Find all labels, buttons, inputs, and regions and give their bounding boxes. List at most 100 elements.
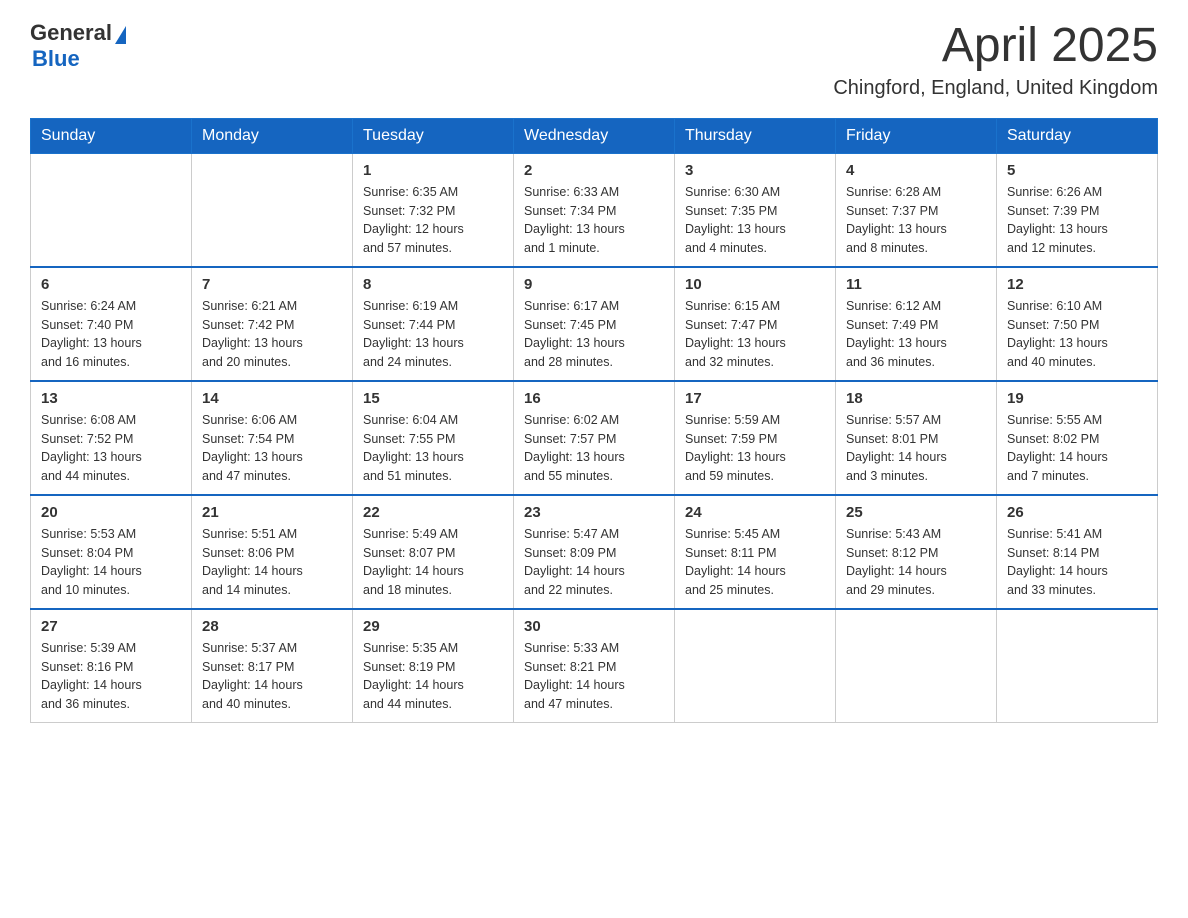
logo-blue-text: Blue [32,46,80,72]
day-cell: 27Sunrise: 5:39 AM Sunset: 8:16 PM Dayli… [31,609,192,723]
week-row-4: 20Sunrise: 5:53 AM Sunset: 8:04 PM Dayli… [31,495,1158,609]
day-number: 4 [846,162,986,179]
day-cell: 18 Sunrise: 5:57 AM Sunset: 8:01 PM Dayli… [836,381,997,495]
column-header-thursday: Thursday [675,118,836,153]
calendar-body: 1 Sunrise: 6:35 AM Sunset: 7:32 PM Daylig… [31,153,1158,722]
header-row: SundayMondayTuesdayWednesdayThursdayFrid… [31,118,1158,153]
day-number: 7 [202,276,342,293]
day-cell: 20Sunrise: 5:53 AM Sunset: 8:04 PM Dayli… [31,495,192,609]
day-info: Sunrise: 5:47 AM Sunset: 8:09 PM Dayligh… [524,525,664,600]
day-info: Sunrise: 5:33 AM Sunset: 8:21 PM Dayligh… [524,639,664,714]
day-number: 29 [363,618,503,635]
week-row-5: 27Sunrise: 5:39 AM Sunset: 8:16 PM Dayli… [31,609,1158,723]
day-cell: 3 Sunrise: 6:30 AM Sunset: 7:35 PM Daylig… [675,153,836,267]
title-area: April 2025 Chingford, England, United Ki… [833,20,1158,100]
logo-triangle-icon [115,26,126,44]
day-info: Sunrise: 6:33 AM Sunset: 7:34 PM Dayligh… [524,183,664,258]
day-info: Sunrise: 5:49 AM Sunset: 8:07 PM Dayligh… [363,525,503,600]
day-number: 19 [1007,390,1147,407]
day-number: 21 [202,504,342,521]
week-row-3: 13 Sunrise: 6:08 AM Sunset: 7:52 PM Dayli… [31,381,1158,495]
day-info: Sunrise: 5:57 AM Sunset: 8:01 PM Dayligh… [846,411,986,486]
day-info: Sunrise: 5:59 AM Sunset: 7:59 PM Dayligh… [685,411,825,486]
day-cell: 2 Sunrise: 6:33 AM Sunset: 7:34 PM Daylig… [514,153,675,267]
day-number: 17 [685,390,825,407]
day-number: 26 [1007,504,1147,521]
day-number: 6 [41,276,181,293]
day-number: 12 [1007,276,1147,293]
week-row-1: 1 Sunrise: 6:35 AM Sunset: 7:32 PM Daylig… [31,153,1158,267]
column-header-tuesday: Tuesday [353,118,514,153]
logo: General Blue [30,20,126,72]
day-info: Sunrise: 5:35 AM Sunset: 8:19 PM Dayligh… [363,639,503,714]
column-header-monday: Monday [192,118,353,153]
day-number: 28 [202,618,342,635]
day-info: Sunrise: 6:06 AM Sunset: 7:54 PM Dayligh… [202,411,342,486]
day-cell: 9 Sunrise: 6:17 AM Sunset: 7:45 PM Daylig… [514,267,675,381]
day-cell: 30 Sunrise: 5:33 AM Sunset: 8:21 PM Dayli… [514,609,675,723]
week-row-2: 6 Sunrise: 6:24 AM Sunset: 7:40 PM Daylig… [31,267,1158,381]
day-cell: 4Sunrise: 6:28 AM Sunset: 7:37 PM Daylig… [836,153,997,267]
day-cell: 24 Sunrise: 5:45 AM Sunset: 8:11 PM Dayli… [675,495,836,609]
day-info: Sunrise: 6:24 AM Sunset: 7:40 PM Dayligh… [41,297,181,372]
day-cell: 13 Sunrise: 6:08 AM Sunset: 7:52 PM Dayli… [31,381,192,495]
day-number: 2 [524,162,664,179]
day-number: 18 [846,390,986,407]
day-cell: 5 Sunrise: 6:26 AM Sunset: 7:39 PM Daylig… [997,153,1158,267]
day-info: Sunrise: 6:26 AM Sunset: 7:39 PM Dayligh… [1007,183,1147,258]
day-cell: 8Sunrise: 6:19 AM Sunset: 7:44 PM Daylig… [353,267,514,381]
day-info: Sunrise: 5:41 AM Sunset: 8:14 PM Dayligh… [1007,525,1147,600]
day-cell: 26 Sunrise: 5:41 AM Sunset: 8:14 PM Dayli… [997,495,1158,609]
day-cell: 28 Sunrise: 5:37 AM Sunset: 8:17 PM Dayli… [192,609,353,723]
day-number: 24 [685,504,825,521]
day-number: 13 [41,390,181,407]
day-cell: 22 Sunrise: 5:49 AM Sunset: 8:07 PM Dayli… [353,495,514,609]
day-info: Sunrise: 6:15 AM Sunset: 7:47 PM Dayligh… [685,297,825,372]
day-cell: 23 Sunrise: 5:47 AM Sunset: 8:09 PM Dayli… [514,495,675,609]
day-info: Sunrise: 5:53 AM Sunset: 8:04 PM Dayligh… [41,525,181,600]
day-info: Sunrise: 6:35 AM Sunset: 7:32 PM Dayligh… [363,183,503,258]
day-info: Sunrise: 6:30 AM Sunset: 7:35 PM Dayligh… [685,183,825,258]
day-number: 5 [1007,162,1147,179]
day-cell: 16 Sunrise: 6:02 AM Sunset: 7:57 PM Dayli… [514,381,675,495]
day-number: 15 [363,390,503,407]
day-cell: 14Sunrise: 6:06 AM Sunset: 7:54 PM Dayli… [192,381,353,495]
day-info: Sunrise: 5:37 AM Sunset: 8:17 PM Dayligh… [202,639,342,714]
day-number: 9 [524,276,664,293]
day-number: 16 [524,390,664,407]
day-info: Sunrise: 6:21 AM Sunset: 7:42 PM Dayligh… [202,297,342,372]
day-info: Sunrise: 6:19 AM Sunset: 7:44 PM Dayligh… [363,297,503,372]
day-number: 23 [524,504,664,521]
day-cell: 1 Sunrise: 6:35 AM Sunset: 7:32 PM Daylig… [353,153,514,267]
day-cell [192,153,353,267]
day-info: Sunrise: 5:51 AM Sunset: 8:06 PM Dayligh… [202,525,342,600]
day-cell: 15Sunrise: 6:04 AM Sunset: 7:55 PM Dayli… [353,381,514,495]
column-header-wednesday: Wednesday [514,118,675,153]
column-header-saturday: Saturday [997,118,1158,153]
day-cell: 6 Sunrise: 6:24 AM Sunset: 7:40 PM Daylig… [31,267,192,381]
calendar-header: SundayMondayTuesdayWednesdayThursdayFrid… [31,118,1158,153]
page-header: General Blue April 2025 Chingford, Engla… [30,20,1158,100]
day-number: 25 [846,504,986,521]
day-info: Sunrise: 5:43 AM Sunset: 8:12 PM Dayligh… [846,525,986,600]
location: Chingford, England, United Kingdom [833,77,1158,100]
day-info: Sunrise: 5:45 AM Sunset: 8:11 PM Dayligh… [685,525,825,600]
calendar-table: SundayMondayTuesdayWednesdayThursdayFrid… [30,118,1158,723]
day-cell: 29 Sunrise: 5:35 AM Sunset: 8:19 PM Dayli… [353,609,514,723]
day-info: Sunrise: 6:02 AM Sunset: 7:57 PM Dayligh… [524,411,664,486]
day-number: 30 [524,618,664,635]
day-info: Sunrise: 6:08 AM Sunset: 7:52 PM Dayligh… [41,411,181,486]
day-cell: 12 Sunrise: 6:10 AM Sunset: 7:50 PM Dayli… [997,267,1158,381]
day-number: 1 [363,162,503,179]
day-number: 10 [685,276,825,293]
day-info: Sunrise: 5:39 AM Sunset: 8:16 PM Dayligh… [41,639,181,714]
day-info: Sunrise: 6:12 AM Sunset: 7:49 PM Dayligh… [846,297,986,372]
day-cell: 11 Sunrise: 6:12 AM Sunset: 7:49 PM Dayli… [836,267,997,381]
day-number: 3 [685,162,825,179]
day-info: Sunrise: 6:17 AM Sunset: 7:45 PM Dayligh… [524,297,664,372]
day-number: 22 [363,504,503,521]
day-number: 11 [846,276,986,293]
month-title: April 2025 [833,20,1158,73]
day-info: Sunrise: 6:10 AM Sunset: 7:50 PM Dayligh… [1007,297,1147,372]
day-cell [836,609,997,723]
